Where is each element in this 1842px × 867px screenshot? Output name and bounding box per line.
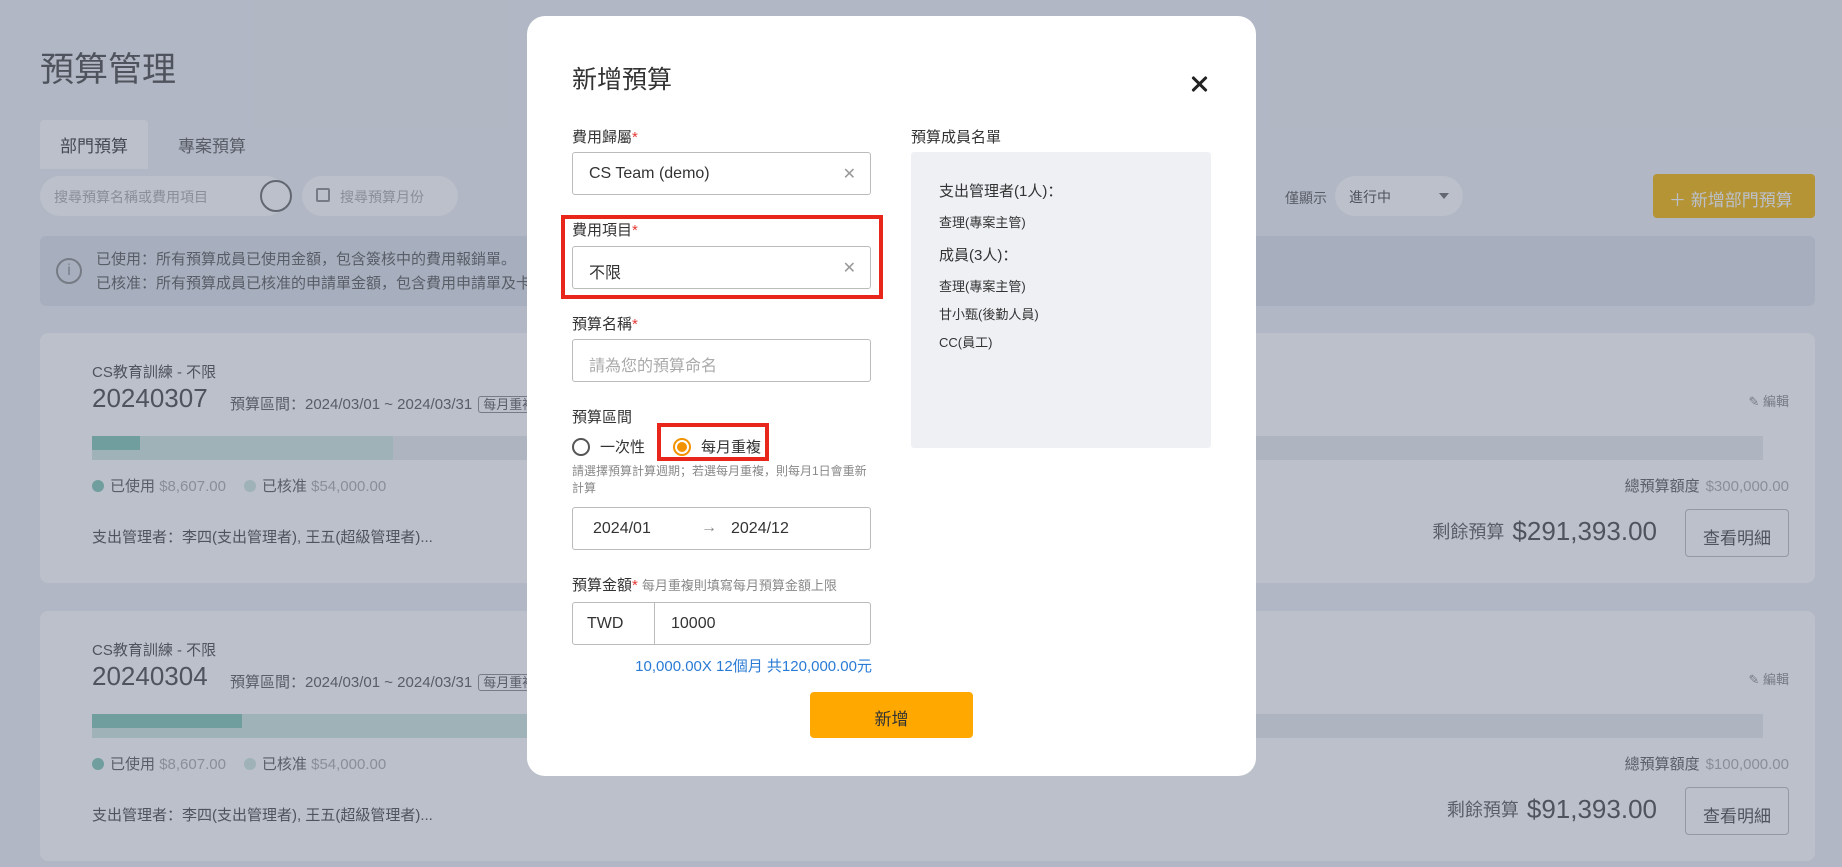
expense-owner-label: 費用歸屬* bbox=[572, 126, 638, 147]
member-item: CC(員工) bbox=[939, 335, 993, 350]
expense-item-select[interactable]: 不限 ✕ bbox=[572, 246, 871, 289]
clear-icon[interactable]: ✕ bbox=[843, 258, 856, 278]
period-hint: 請選擇預算計算週期；若選每月重複，則每月1日會重新計算 bbox=[572, 464, 867, 495]
range-start[interactable]: 2024/01 bbox=[593, 520, 651, 538]
amount-note: 每月重複則填寫每月預算金額上限 bbox=[641, 578, 837, 593]
required-mark: * bbox=[632, 222, 638, 239]
date-range-picker[interactable]: 2024/01 → 2024/12 bbox=[572, 507, 871, 550]
modal-title: 新增預算 bbox=[572, 66, 673, 94]
expense-item-label: 費用項目* bbox=[572, 219, 638, 240]
required-mark: * bbox=[632, 577, 638, 594]
budget-name-label-text: 預算名稱 bbox=[572, 316, 633, 333]
member-item: 甘小甄(後勤人員) bbox=[939, 307, 1039, 322]
manager-heading: 支出管理者(1人)： bbox=[939, 183, 1063, 200]
member-heading: 成員(3人)： bbox=[939, 247, 1018, 264]
budget-amount-label: 預算金額* 每月重複則填寫每月預算金額上限 bbox=[572, 574, 837, 595]
expense-owner-label-text: 費用歸屬 bbox=[572, 129, 633, 146]
member-item: 查理(專案主管) bbox=[939, 279, 1026, 294]
clear-icon[interactable]: ✕ bbox=[843, 164, 856, 184]
currency-select[interactable]: TWD bbox=[573, 603, 655, 644]
submit-button[interactable]: 新增 bbox=[810, 692, 973, 738]
members-list: 支出管理者(1人)： 查理(專案主管) 成員(3人)： 查理(專案主管) 甘小甄… bbox=[911, 152, 1211, 448]
members-list-label: 預算成員名單 bbox=[911, 129, 1002, 146]
amount-label-text: 預算金額 bbox=[572, 577, 633, 594]
budget-period-label: 預算區間 bbox=[572, 409, 633, 426]
budget-amount-input[interactable]: TWD 10000 bbox=[572, 602, 871, 645]
required-mark: * bbox=[632, 129, 638, 146]
radio-one-time[interactable]: 一次性 bbox=[572, 436, 645, 457]
range-end[interactable]: 2024/12 bbox=[731, 520, 789, 538]
expense-item-label-text: 費用項目 bbox=[572, 222, 633, 239]
expense-owner-value: CS Team (demo) bbox=[589, 165, 710, 182]
expense-item-value: 不限 bbox=[589, 265, 622, 282]
expense-owner-select[interactable]: CS Team (demo) ✕ bbox=[572, 152, 871, 195]
arrow-right-icon: → bbox=[701, 519, 717, 536]
radio-label: 一次性 bbox=[600, 439, 646, 456]
close-icon[interactable] bbox=[1187, 72, 1213, 98]
budget-name-input[interactable]: 請為您的預算命名 bbox=[572, 339, 871, 382]
amount-calculation: 10,000.00X 12個月 共120,000.00元 bbox=[635, 658, 872, 675]
add-budget-modal: 新增預算 費用歸屬* CS Team (demo) ✕ 費用項目* 不限 ✕ 預… bbox=[527, 16, 1256, 776]
budget-name-label: 預算名稱* bbox=[572, 313, 638, 334]
manager-item: 查理(專案主管) bbox=[939, 215, 1026, 230]
radio-button[interactable] bbox=[572, 437, 590, 456]
highlight-box-monthly-repeat bbox=[657, 423, 769, 461]
required-mark: * bbox=[632, 316, 638, 333]
amount-value[interactable]: 10000 bbox=[671, 615, 716, 633]
